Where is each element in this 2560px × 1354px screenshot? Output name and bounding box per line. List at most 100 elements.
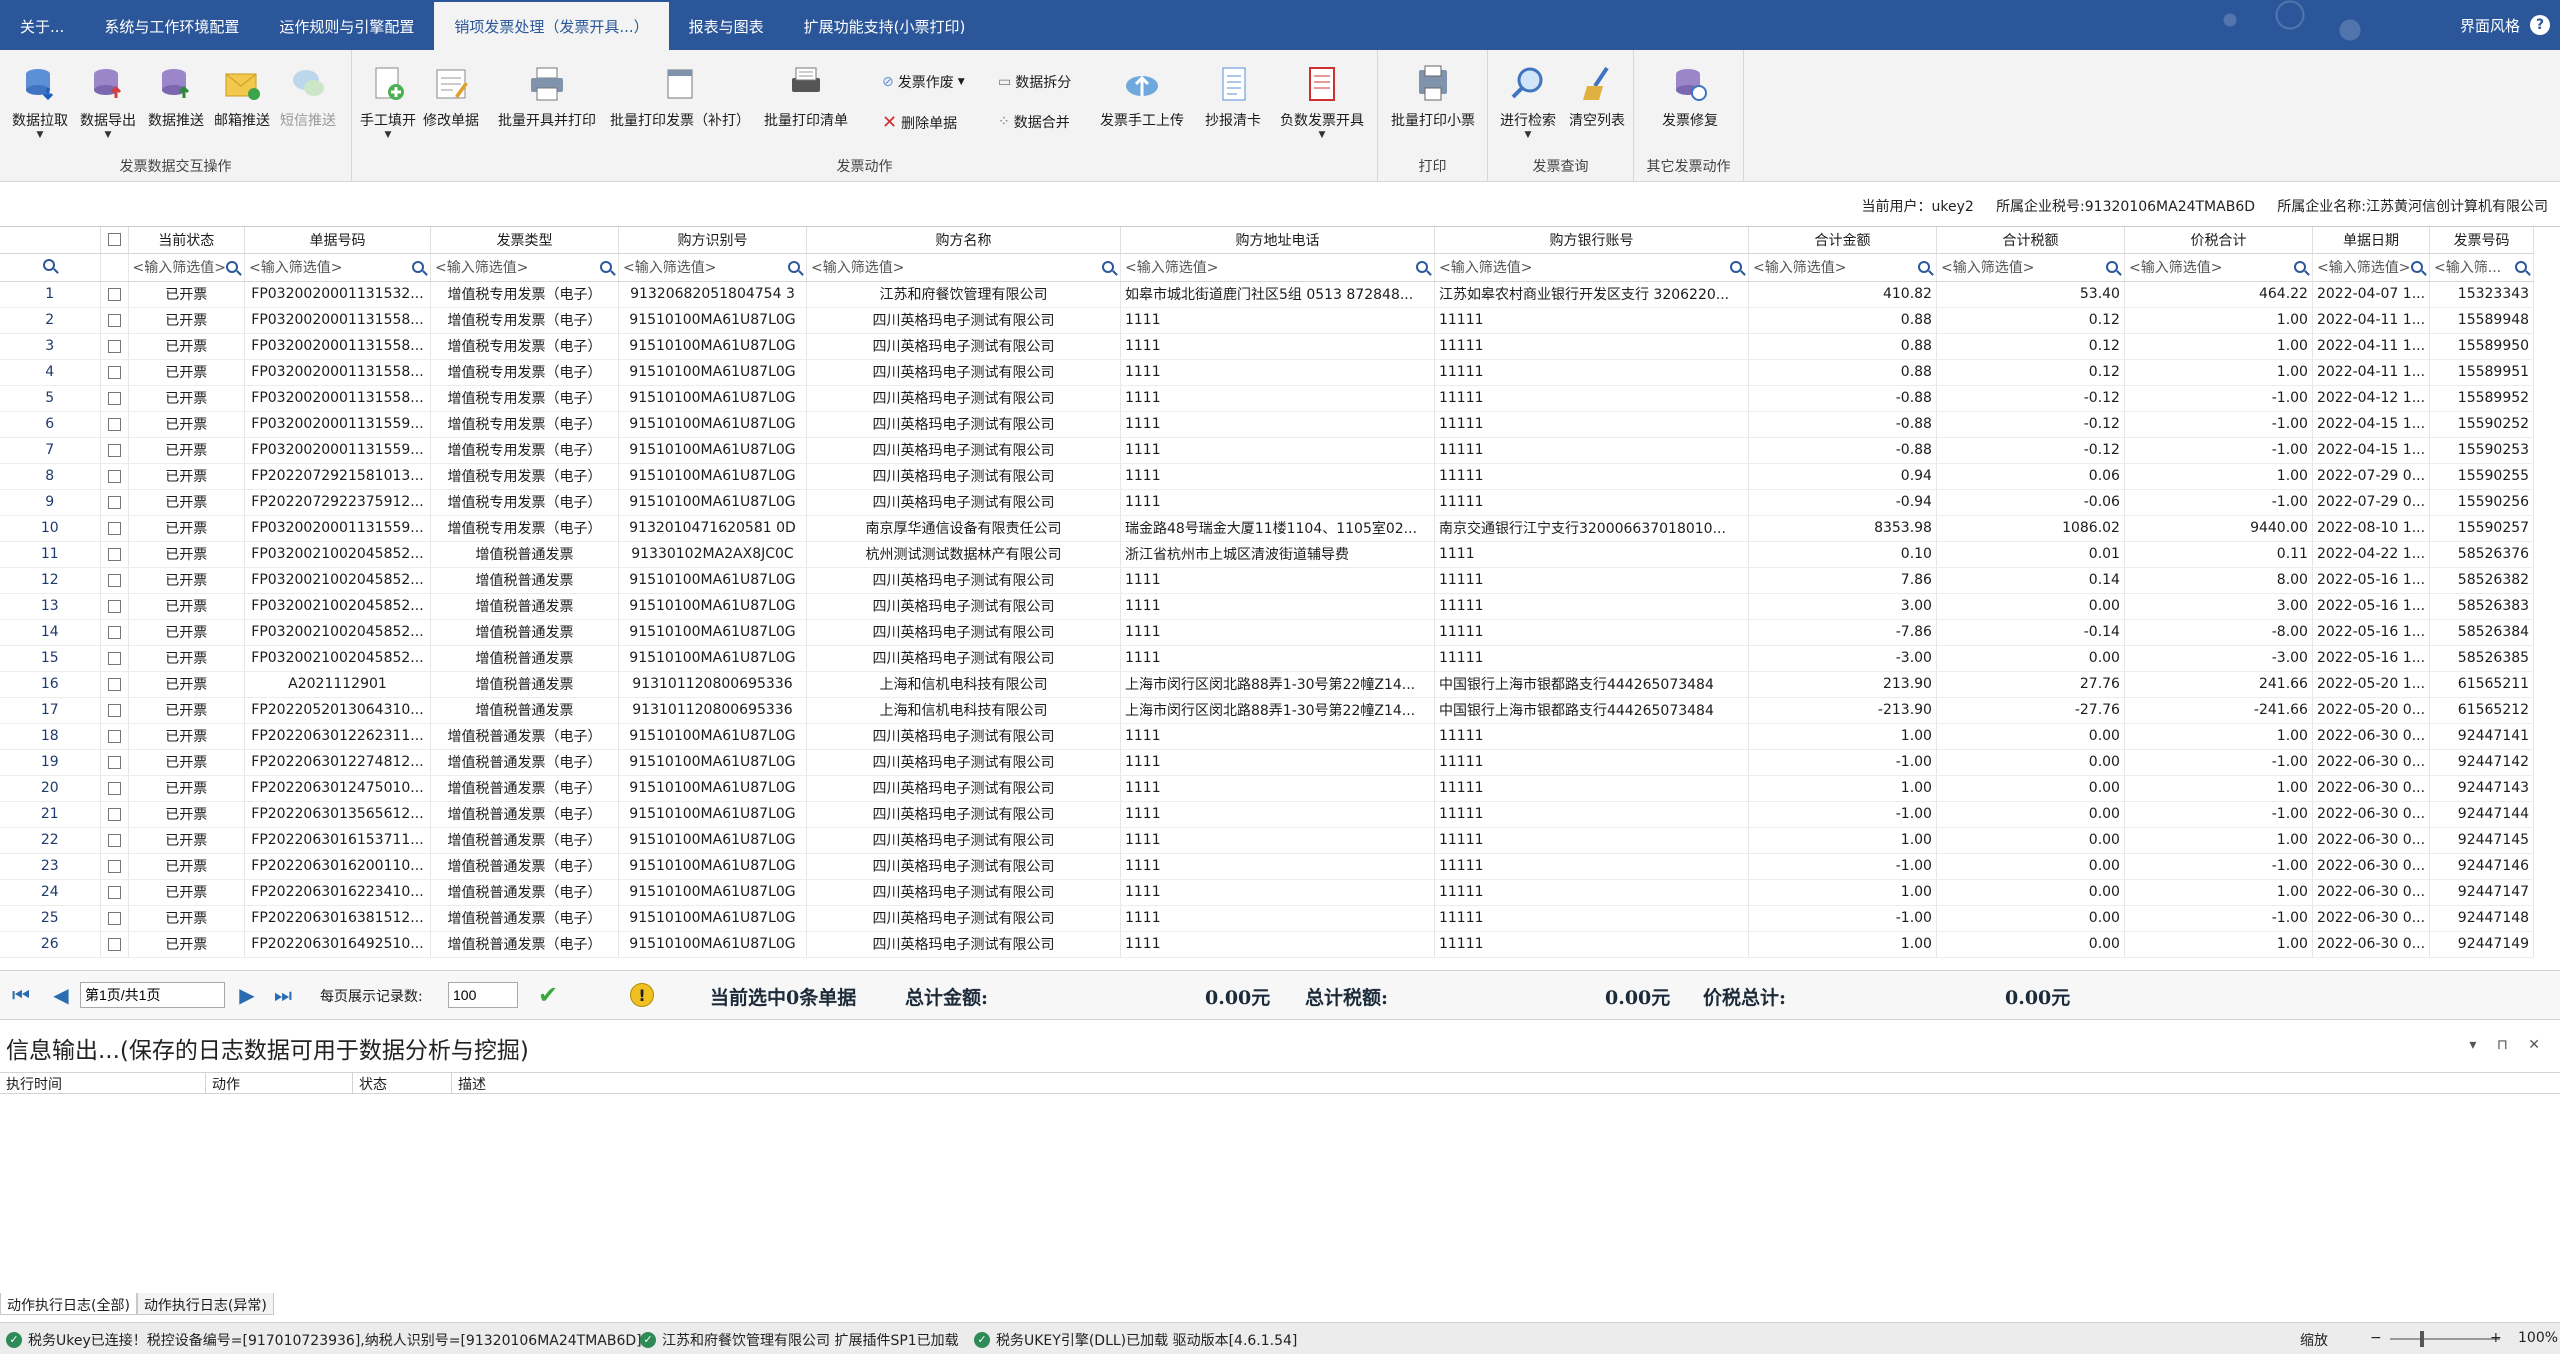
ribbon-tab[interactable]: 系统与工作环境配置: [84, 0, 259, 50]
column-header[interactable]: 购方银行账号: [1434, 227, 1749, 254]
column-header[interactable]: 购方地址电话: [1120, 227, 1435, 254]
filter-cell[interactable]: <输入筛选值>: [244, 253, 431, 282]
filter-cell[interactable]: <输入筛选值>: [806, 253, 1121, 282]
filter-input[interactable]: <输入筛...: [2434, 257, 2529, 277]
table-row[interactable]: 10 已开票 FP0320020001131559... 增值税专用发票（电子） 913…: [0, 515, 2535, 542]
push-data-button[interactable]: 数据推送: [144, 64, 208, 130]
row-select[interactable]: [100, 567, 129, 594]
batch-issue-print-button[interactable]: 批量开具并打印: [492, 64, 602, 130]
row-select[interactable]: [100, 411, 129, 438]
clear-list-button[interactable]: 清空列表: [1564, 64, 1630, 130]
row-checkbox[interactable]: [107, 365, 121, 379]
void-invoice-button[interactable]: ⊘ 发票作废 ▼: [882, 72, 965, 92]
filter-input[interactable]: <输入筛选值>: [2129, 257, 2308, 277]
filter-input[interactable]: <输入筛选值>: [1753, 257, 1932, 277]
row-checkbox[interactable]: [107, 339, 121, 353]
log-col-action[interactable]: 动作: [206, 1073, 353, 1093]
row-select[interactable]: [100, 541, 129, 568]
filter-input[interactable]: <输入筛选值>: [249, 257, 426, 277]
log-col-status[interactable]: 状态: [353, 1073, 452, 1093]
filter-input[interactable]: <输入筛选值>: [811, 257, 1116, 277]
row-select[interactable]: [100, 593, 129, 620]
row-select[interactable]: [100, 437, 129, 464]
filter-input[interactable]: <输入筛选值>: [435, 257, 614, 277]
table-row[interactable]: 25 已开票 FP2022063016381512... 增值税普通发票（电子） 915…: [0, 905, 2535, 932]
table-row[interactable]: 21 已开票 FP2022063013565612... 增值税普通发票（电子） 915…: [0, 801, 2535, 828]
table-row[interactable]: 15 已开票 FP0320021002045852... 增值税普通发票 9151010…: [0, 645, 2535, 672]
table-row[interactable]: 24 已开票 FP2022063016223410... 增值税普通发票（电子） 915…: [0, 879, 2535, 906]
zoom-in-icon[interactable]: +: [2490, 1330, 2502, 1346]
batch-print-invoice-button[interactable]: 批量打印发票（补打）: [610, 64, 750, 130]
filter-cell[interactable]: <输入筛选值>: [618, 253, 807, 282]
row-checkbox[interactable]: [107, 807, 121, 821]
filter-cell[interactable]: <输入筛选值>: [2124, 253, 2313, 282]
column-header[interactable]: 发票类型: [430, 227, 619, 254]
table-row[interactable]: 5 已开票 FP0320020001131558... 增值税专用发票（电子） 9151…: [0, 385, 2535, 412]
column-header[interactable]: 单据号码: [244, 227, 431, 254]
row-checkbox[interactable]: [107, 313, 121, 327]
negative-issue-button[interactable]: 负数发票开具 ▼: [1272, 64, 1372, 140]
table-row[interactable]: 23 已开票 FP2022063016200110... 增值税普通发票（电子） 915…: [0, 853, 2535, 880]
table-row[interactable]: 4 已开票 FP0320020001131558... 增值税专用发票（电子） 9151…: [0, 359, 2535, 386]
zoom-slider[interactable]: [2390, 1338, 2500, 1340]
table-row[interactable]: 9 已开票 FP2022072922375912... 增值税专用发票（电子） 9151…: [0, 489, 2535, 516]
batch-print-ticket-button[interactable]: 批量打印小票: [1386, 64, 1480, 130]
row-select[interactable]: [100, 333, 129, 360]
row-checkbox[interactable]: [107, 703, 121, 717]
row-checkbox[interactable]: [107, 495, 121, 509]
ribbon-tab[interactable]: 关于...: [0, 0, 84, 50]
ribbon-tab[interactable]: 运作规则与引擎配置: [259, 0, 434, 50]
row-checkbox[interactable]: [107, 833, 121, 847]
export-data-button[interactable]: 数据导出 ▼: [76, 64, 140, 140]
invoice-repair-button[interactable]: 发票修复: [1650, 64, 1730, 130]
log-panel-controls[interactable]: ▾ ⊓ ✕: [2469, 1037, 2548, 1053]
tab-log-errors[interactable]: 动作执行日志(异常): [136, 1293, 274, 1315]
table-row[interactable]: 8 已开票 FP2022072921581013... 增值税专用发票（电子） 9151…: [0, 463, 2535, 490]
log-col-time[interactable]: 执行时间: [0, 1073, 206, 1093]
row-checkbox[interactable]: [107, 625, 121, 639]
filter-cell[interactable]: <输入筛选值>: [1748, 253, 1937, 282]
row-select[interactable]: [100, 801, 129, 828]
table-row[interactable]: 20 已开票 FP2022063012475010... 增值税普通发票（电子） 915…: [0, 775, 2535, 802]
row-select[interactable]: [100, 931, 129, 958]
tab-log-all[interactable]: 动作执行日志(全部): [0, 1293, 137, 1315]
prev-page-icon[interactable]: ◀: [50, 983, 72, 1007]
search-button[interactable]: 进行检索 ▼: [1496, 64, 1560, 140]
filter-cell[interactable]: <输入筛...: [2429, 253, 2535, 282]
edit-doc-button[interactable]: 修改单据: [418, 64, 484, 130]
row-checkbox[interactable]: [107, 391, 121, 405]
row-select[interactable]: [100, 645, 129, 672]
row-select[interactable]: [100, 749, 129, 776]
filter-cell[interactable]: <输入筛选值>: [1434, 253, 1749, 282]
manual-upload-button[interactable]: 发票手工上传: [1094, 64, 1190, 130]
first-page-icon[interactable]: ⏮: [10, 983, 32, 1007]
filter-input[interactable]: <输入筛选值>: [2317, 257, 2425, 277]
table-row[interactable]: 26 已开票 FP2022063016492510... 增值税普通发票（电子） 915…: [0, 931, 2535, 958]
row-select[interactable]: [100, 619, 129, 646]
last-page-icon[interactable]: ⏭: [272, 983, 294, 1007]
table-row[interactable]: 18 已开票 FP2022063012262311... 增值税普通发票（电子） 915…: [0, 723, 2535, 750]
per-page-input[interactable]: [448, 982, 518, 1008]
row-checkbox[interactable]: [107, 599, 121, 613]
zoom-slider-knob[interactable]: [2420, 1331, 2424, 1347]
row-select[interactable]: [100, 385, 129, 412]
table-row[interactable]: 13 已开票 FP0320021002045852... 增值税普通发票 9151010…: [0, 593, 2535, 620]
row-select[interactable]: [100, 905, 129, 932]
column-header[interactable]: 单据日期: [2312, 227, 2431, 254]
row-select[interactable]: [100, 853, 129, 880]
table-row[interactable]: 17 已开票 FP2022052013064310... 增值税普通发票 9131011…: [0, 697, 2535, 724]
manual-fill-button[interactable]: 手工填开 ▼: [358, 64, 418, 140]
row-select[interactable]: [100, 515, 129, 542]
copy-tax-button[interactable]: 抄报清卡: [1200, 64, 1266, 130]
row-checkbox[interactable]: [107, 677, 121, 691]
row-select[interactable]: [100, 463, 129, 490]
row-checkbox[interactable]: [107, 469, 121, 483]
page-input[interactable]: [80, 982, 225, 1008]
table-row[interactable]: 6 已开票 FP0320020001131559... 增值税专用发票（电子） 9151…: [0, 411, 2535, 438]
split-data-button[interactable]: ▭ 数据拆分: [998, 72, 1071, 92]
column-header[interactable]: 合计税额: [1936, 227, 2125, 254]
table-row[interactable]: 2 已开票 FP0320020001131558... 增值税专用发票（电子） 9151…: [0, 307, 2535, 334]
filter-input[interactable]: <输入筛选值>: [1125, 257, 1430, 277]
filter-input[interactable]: <输入筛选值>: [1439, 257, 1744, 277]
pull-data-button[interactable]: 数据拉取 ▼: [8, 64, 72, 140]
